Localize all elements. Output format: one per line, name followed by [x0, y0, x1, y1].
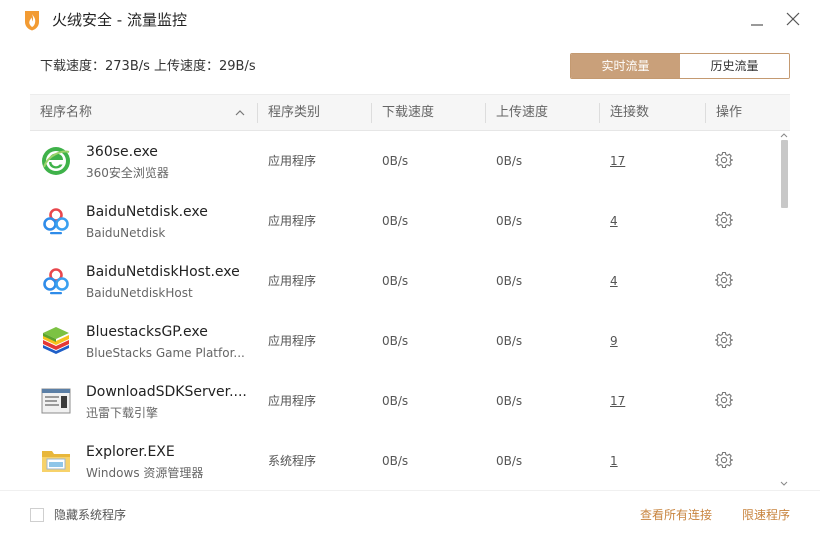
column-divider — [485, 103, 486, 123]
upload-speed: 0B/s — [496, 214, 523, 228]
download-speed: 0B/s — [382, 214, 409, 228]
download-sdk-icon — [41, 388, 71, 414]
process-description: BlueStacks Game Platfor... — [86, 346, 245, 360]
table-row[interactable]: BaiduNetdisk.exe BaiduNetdisk 应用程序 0B/s … — [30, 191, 778, 251]
table-row[interactable]: DownloadSDKServer.... 迅雷下载引擎 应用程序 0B/s 0… — [30, 371, 778, 431]
gear-icon[interactable] — [715, 151, 733, 169]
explorer-folder-icon — [42, 451, 70, 472]
process-type: 应用程序 — [268, 274, 317, 288]
hide-system-programs-label[interactable]: 隐藏系统程序 — [54, 507, 126, 523]
hide-system-programs-checkbox[interactable] — [30, 508, 44, 522]
header-program-name[interactable]: 程序名称 — [40, 95, 92, 131]
column-divider — [599, 103, 600, 123]
sort-ascending-icon[interactable] — [234, 107, 246, 119]
gear-icon[interactable] — [715, 451, 733, 469]
connection-count-link[interactable]: 17 — [610, 393, 625, 409]
vertical-scrollbar[interactable] — [778, 130, 790, 490]
view-all-connections-link[interactable]: 查看所有连接 — [640, 507, 712, 523]
gear-icon[interactable] — [715, 211, 733, 229]
gear-icon[interactable] — [715, 391, 733, 409]
gear-icon[interactable] — [715, 331, 733, 349]
connection-count-link[interactable]: 9 — [610, 333, 618, 349]
connection-count-link[interactable]: 4 — [610, 213, 618, 229]
scroll-down-icon[interactable] — [780, 480, 788, 488]
upload-speed: 0B/s — [496, 274, 523, 288]
download-speed: 0B/s — [382, 394, 409, 408]
column-divider — [705, 103, 706, 123]
download-speed: 0B/s — [382, 274, 409, 288]
process-description: 360安全浏览器 — [86, 166, 169, 180]
upload-speed: 0B/s — [496, 154, 523, 168]
table-row[interactable]: Explorer.EXE Windows 资源管理器 系统程序 0B/s 0B/… — [30, 431, 778, 491]
process-name: 360se.exe — [86, 144, 158, 160]
table-row[interactable]: BluestacksGP.exe BlueStacks Game Platfor… — [30, 311, 778, 371]
table-row[interactable]: BaiduNetdiskHost.exe BaiduNetdiskHost 应用… — [30, 251, 778, 311]
title-bar: 火绒安全 - 流量监控 — [0, 0, 820, 40]
process-name: BluestacksGP.exe — [86, 324, 208, 340]
header-program-type: 程序类别 — [268, 105, 321, 120]
table-row[interactable]: 360se.exe 360安全浏览器 应用程序 0B/s 0B/s 17 — [30, 131, 778, 191]
process-name: DownloadSDKServer.... — [86, 384, 246, 400]
table-body: 360se.exe 360安全浏览器 应用程序 0B/s 0B/s 17 Bai… — [30, 131, 778, 491]
traffic-tabs: 实时流量 历史流量 — [570, 53, 790, 79]
process-description: 迅雷下载引擎 — [86, 406, 159, 420]
header-upload-speed: 上传速度 — [496, 105, 549, 120]
tab-history-traffic[interactable]: 历史流量 — [680, 54, 789, 78]
upload-speed: 0B/s — [496, 334, 523, 348]
upload-speed: 0B/s — [496, 454, 523, 468]
limit-speed-programs-link[interactable]: 限速程序 — [742, 507, 790, 523]
upload-speed: 0B/s — [496, 394, 523, 408]
process-description: BaiduNetdiskHost — [86, 286, 193, 300]
bluestacks-icon — [43, 327, 69, 354]
column-divider — [257, 103, 258, 123]
download-speed: 0B/s — [382, 154, 409, 168]
process-type: 应用程序 — [268, 214, 317, 228]
baidu-netdisk-icon — [43, 208, 69, 235]
process-name: BaiduNetdisk.exe — [86, 204, 208, 220]
download-speed: 0B/s — [382, 334, 409, 348]
table-header: 程序名称 程序类别 下载速度 上传速度 连接数 操作 — [30, 95, 790, 131]
connection-count-link[interactable]: 4 — [610, 273, 618, 289]
process-type: 应用程序 — [268, 154, 317, 168]
tab-realtime-traffic[interactable]: 实时流量 — [571, 54, 680, 78]
header-action: 操作 — [716, 105, 743, 120]
scrollbar-thumb[interactable] — [781, 140, 788, 208]
window-title: 火绒安全 - 流量监控 — [52, 11, 187, 29]
process-table: 程序名称 程序类别 下载速度 上传速度 连接数 操作 360se.exe 360… — [30, 94, 790, 490]
process-description: BaiduNetdisk — [86, 226, 166, 240]
header-download-speed: 下载速度 — [382, 105, 435, 120]
close-icon[interactable] — [784, 10, 802, 28]
connection-count-link[interactable]: 1 — [610, 453, 618, 469]
process-name: BaiduNetdiskHost.exe — [86, 264, 240, 280]
download-speed: 0B/s — [382, 454, 409, 468]
process-type: 应用程序 — [268, 334, 317, 348]
huorong-logo-icon — [25, 11, 39, 31]
gear-icon[interactable] — [715, 271, 733, 289]
connection-count-link[interactable]: 17 — [610, 153, 625, 169]
scroll-up-icon[interactable] — [780, 131, 788, 139]
speed-summary: 下载速度：273B/s 上传速度：29B/s — [40, 59, 256, 74]
360-browser-icon — [42, 147, 70, 175]
minimize-icon[interactable] — [748, 10, 766, 28]
process-type: 系统程序 — [268, 454, 317, 468]
process-description: Windows 资源管理器 — [86, 466, 204, 480]
column-divider — [371, 103, 372, 123]
process-name: Explorer.EXE — [86, 444, 175, 460]
process-type: 应用程序 — [268, 394, 317, 408]
header-connections: 连接数 — [610, 105, 650, 120]
footer-divider — [0, 490, 820, 491]
baidu-netdisk-icon — [43, 268, 69, 295]
